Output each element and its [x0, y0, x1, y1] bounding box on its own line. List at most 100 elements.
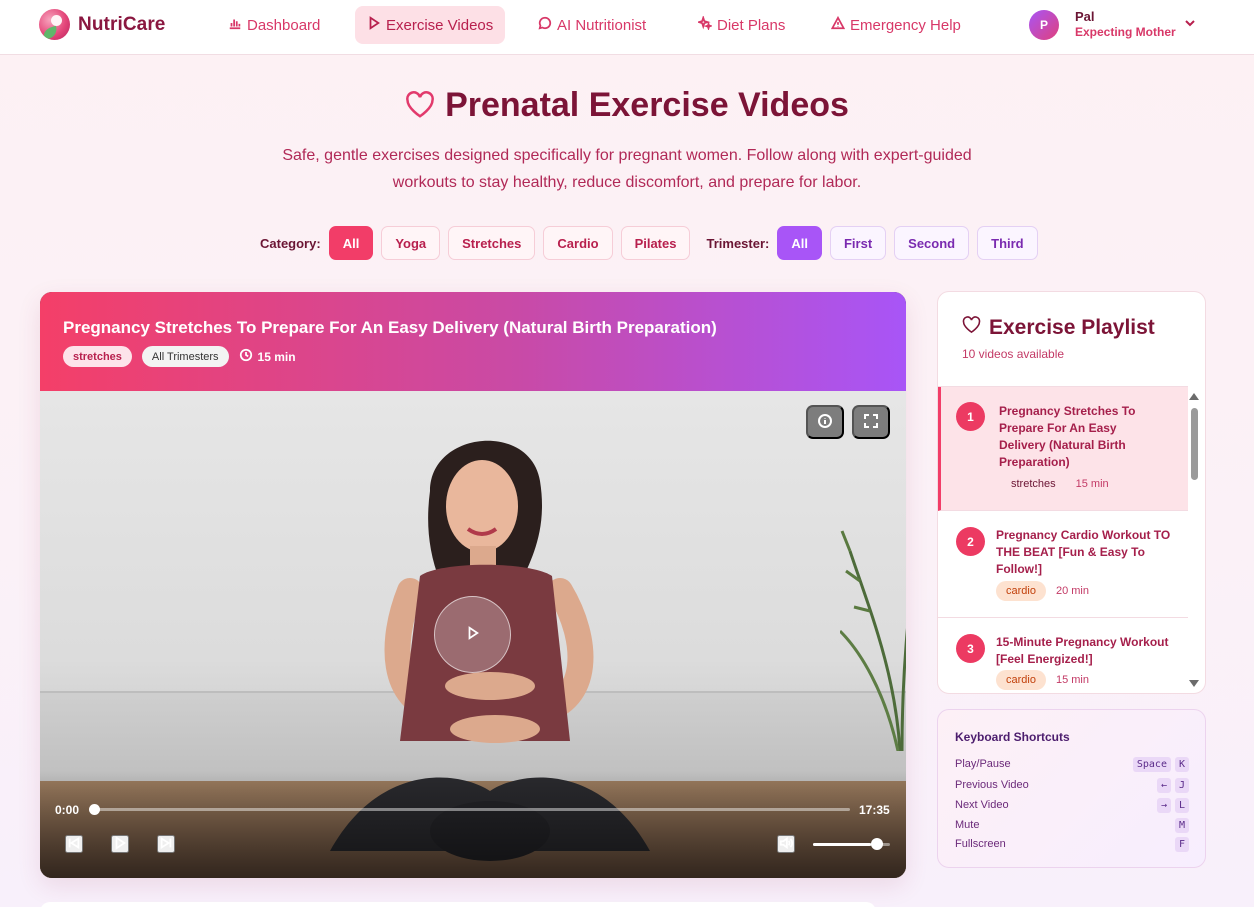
video-info-button[interactable] — [806, 405, 844, 439]
shortcut-row: Mute M — [955, 817, 1189, 833]
playlist-item-duration: 15 min — [1055, 674, 1089, 686]
mute-button[interactable] — [777, 835, 795, 853]
trimester-chip-second[interactable]: Second — [894, 226, 970, 260]
key-badge: M — [1174, 817, 1189, 833]
brand-logo-link[interactable]: NutriCare — [39, 9, 165, 40]
trimester-chip-first[interactable]: First — [829, 226, 887, 260]
shortcut-row: Previous Video ← J — [955, 777, 1189, 793]
key-badge: → — [1156, 797, 1171, 813]
video-title: Pregnancy Stretches To Prepare For An Ea… — [63, 318, 717, 337]
playlist-item-title: 15-Minute Pregnancy Workout [Feel Energi… — [996, 635, 1169, 666]
nav-label: AI Nutritionist — [557, 16, 647, 34]
shortcut-row: Fullscreen F — [955, 836, 1189, 852]
skip-back-icon — [67, 836, 81, 853]
playlist-item-number: 2 — [956, 527, 985, 556]
sparkles-icon — [695, 14, 717, 34]
video-frame[interactable]: 0:00 17:35 — [40, 391, 906, 878]
nav-dashboard[interactable]: Dashboard — [216, 6, 332, 44]
playlist-item[interactable]: 3 15-Minute Pregnancy Workout [Feel Ener… — [938, 618, 1188, 693]
user-role: Expecting Mother — [1075, 25, 1176, 40]
category-chip-pilates[interactable]: Pilates — [620, 226, 691, 260]
nav-exercise-videos[interactable]: Exercise Videos — [355, 6, 506, 44]
playlist-item-duration: 15 min — [1075, 478, 1109, 490]
volume-thumb[interactable] — [870, 838, 883, 850]
playlist-item[interactable]: 1 Pregnancy Stretches To Prepare For An … — [938, 387, 1188, 511]
playlist-list: 1 Pregnancy Stretches To Prepare For An … — [938, 386, 1188, 693]
trimester-chip-all[interactable]: All — [777, 226, 822, 260]
play-icon — [466, 626, 480, 643]
filter-bar: Category: All Yoga Stretches Cardio Pila… — [260, 226, 1046, 260]
category-chip-stretches[interactable]: Stretches — [448, 226, 536, 260]
play-pause-button[interactable] — [111, 835, 129, 853]
fullscreen-icon — [863, 413, 879, 432]
chat-bubble-icon — [538, 16, 557, 34]
playlist-item-tag: cardio — [996, 670, 1046, 690]
brand-name: NutriCare — [78, 13, 166, 35]
scroll-up-arrow-icon[interactable] — [1189, 393, 1199, 400]
key-badge: F — [1174, 836, 1189, 852]
trimester-chip-third[interactable]: Third — [977, 226, 1038, 260]
avatar: P — [1029, 9, 1059, 40]
next-video-button[interactable] — [157, 835, 175, 853]
volume-level — [813, 843, 871, 846]
key-badge: K — [1174, 756, 1189, 772]
playlist-item-title: Pregnancy Stretches To Prepare For An Ea… — [999, 404, 1136, 469]
progress-thumb[interactable] — [89, 804, 100, 815]
category-chip-yoga[interactable]: Yoga — [381, 226, 441, 260]
total-time: 17:35 — [859, 803, 890, 817]
playlist-item-title: Pregnancy Cardio Workout TO THE BEAT [Fu… — [996, 528, 1171, 576]
nav-label: Emergency Help — [850, 16, 961, 34]
play-icon — [113, 835, 127, 853]
nav-emergency-help[interactable]: Emergency Help — [819, 6, 973, 44]
scrollbar-thumb[interactable] — [1191, 408, 1198, 480]
scroll-down-arrow-icon[interactable] — [1189, 680, 1199, 687]
video-category-badge: stretches — [63, 346, 132, 367]
key-badge: Space — [1132, 756, 1171, 772]
user-name: Pal — [1075, 9, 1095, 24]
video-duration: 15 min — [239, 348, 296, 365]
page-subtitle: Safe, gentle exercises designed specific… — [282, 147, 972, 191]
skip-forward-icon — [159, 836, 173, 853]
chart-bar-icon — [228, 16, 247, 34]
exercise-playlist: Exercise Playlist 10 videos available 1 … — [937, 291, 1206, 694]
key-badge: J — [1174, 777, 1189, 793]
previous-video-button[interactable] — [65, 835, 83, 853]
shortcut-row: Play/Pause Space K — [955, 756, 1189, 772]
volume-icon — [779, 836, 793, 853]
play-icon — [367, 16, 386, 34]
playlist-item-number: 1 — [956, 402, 985, 431]
nav-ai-nutritionist[interactable]: AI Nutritionist — [526, 6, 658, 44]
key-badge: ← — [1156, 777, 1171, 793]
nav-label: Dashboard — [247, 16, 321, 34]
playlist-scrollbar[interactable] — [1187, 391, 1201, 689]
brand-logo-icon — [39, 9, 70, 40]
next-section-card-edge — [40, 902, 876, 907]
current-time: 0:00 — [55, 803, 80, 817]
playlist-count: 10 videos available — [962, 347, 1065, 361]
playlist-item[interactable]: 2 Pregnancy Cardio Workout TO THE BEAT [… — [938, 511, 1188, 618]
progress-bar[interactable] — [95, 808, 850, 811]
shortcuts-title: Keyboard Shortcuts — [955, 730, 1070, 744]
keyboard-shortcuts-panel: Keyboard Shortcuts Play/Pause Space K Pr… — [937, 709, 1206, 868]
fullscreen-button[interactable] — [852, 405, 890, 439]
user-menu[interactable]: P Pal Expecting Mother — [1029, 9, 1195, 40]
nav-diet-plans[interactable]: Diet Plans — [686, 6, 797, 44]
page-title: Prenatal Exercise Videos — [0, 86, 1254, 125]
playlist-title: Exercise Playlist — [962, 316, 1155, 340]
heart-icon — [405, 89, 435, 118]
info-icon — [817, 413, 833, 432]
chevron-down-icon[interactable] — [1184, 16, 1196, 28]
category-chip-cardio[interactable]: Cardio — [543, 226, 613, 260]
video-controls-gradient — [40, 771, 906, 878]
top-navbar: NutriCare Dashboard Exercise Videos AI N… — [0, 0, 1254, 55]
trimester-filter-label: Trimester: — [706, 235, 770, 251]
category-filter-label: Category: — [260, 235, 321, 251]
key-badge: L — [1174, 797, 1189, 813]
shortcut-row: Next Video → L — [955, 797, 1189, 813]
heart-icon — [962, 316, 989, 340]
center-play-button[interactable] — [434, 596, 511, 673]
clock-icon — [239, 348, 258, 365]
video-trimester-badge: All Trimesters — [141, 346, 229, 367]
plant-illustration — [840, 530, 906, 751]
category-chip-all[interactable]: All — [328, 226, 374, 260]
